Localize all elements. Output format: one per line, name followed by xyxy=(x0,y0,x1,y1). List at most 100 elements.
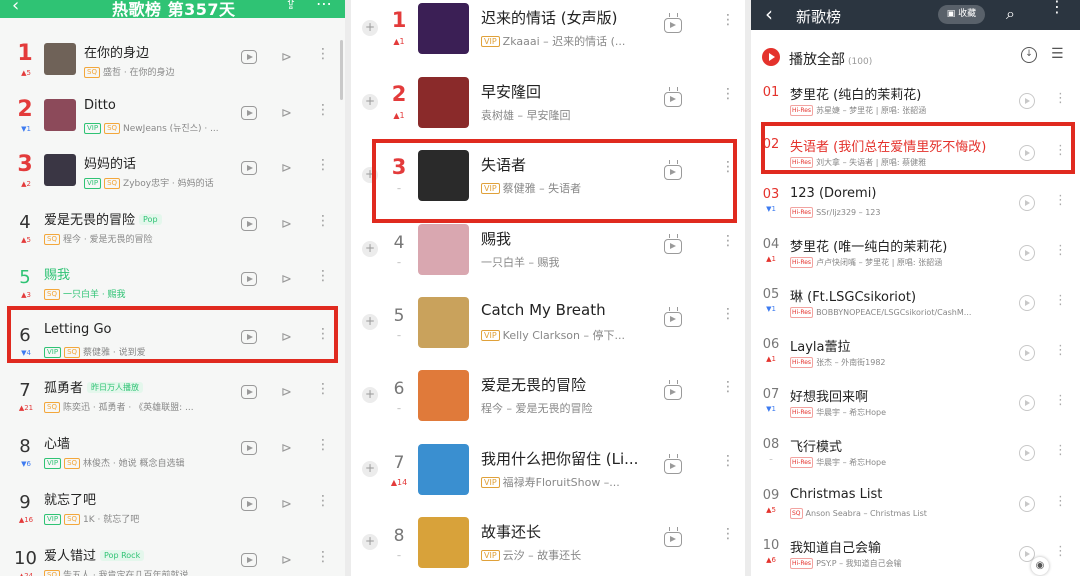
scrollbar[interactable] xyxy=(340,40,343,100)
add-to-playlist-icon[interactable]: ⊳ xyxy=(281,497,292,512)
more-icon[interactable]: ⋮ xyxy=(1054,344,1067,357)
search-icon[interactable]: ⌕ xyxy=(1006,4,1015,24)
song-row[interactable]: 2 ▼1 Ditto VIP SQ NewJeans (뉴진스) · ... ⊳ ⋮ xyxy=(0,89,345,145)
song-row[interactable]: +4 – 赐我 一只白羊 – 赐我 ⋮ xyxy=(351,221,745,294)
mv-icon[interactable] xyxy=(664,459,682,474)
song-row[interactable]: 09 ▲5 Christmas List SQ Anson Seabra – Chris… xyxy=(751,482,1080,532)
more-icon[interactable]: ⋮ xyxy=(721,13,735,27)
mv-icon[interactable] xyxy=(664,532,682,547)
mv-icon[interactable] xyxy=(664,92,682,107)
more-icon[interactable]: ⋮ xyxy=(1054,92,1067,105)
play-mv-icon[interactable] xyxy=(241,50,257,68)
more-icon[interactable]: ⋮ xyxy=(721,380,735,394)
play-icon[interactable] xyxy=(1019,245,1035,261)
more-icon[interactable]: ⋮ xyxy=(721,87,735,101)
play-mv-icon[interactable] xyxy=(241,553,257,571)
menu-icon[interactable]: ⋮ xyxy=(1049,0,1065,15)
add-icon[interactable]: + xyxy=(362,314,378,330)
more-icon[interactable]: ⋮ xyxy=(1054,545,1067,558)
song-row[interactable]: +6 – 爱是无畏的冒险 程今 – 爱是无畏的冒险 ⋮ xyxy=(351,367,745,440)
more-icon[interactable]: ⋮ xyxy=(316,158,330,172)
add-to-playlist-icon[interactable]: ⊳ xyxy=(281,161,292,176)
song-row[interactable]: 08 – 飞行模式 Hi-Res 华晨宇 – 希忘Hope ⋮ xyxy=(751,431,1080,481)
song-row[interactable]: +8 – 故事还长 VIP 云汐 – 故事还长 ⋮ xyxy=(351,514,745,576)
add-to-playlist-icon[interactable]: ⊳ xyxy=(281,50,292,65)
share-icon[interactable]: ⇪ xyxy=(285,0,297,13)
play-mv-icon[interactable] xyxy=(241,441,257,459)
more-icon[interactable]: ⋮ xyxy=(1054,495,1067,508)
song-row[interactable]: 5 ▲3 赐我 SQ 一只白羊 · 赐我 ⊳ ⋮ xyxy=(0,255,345,311)
more-icon[interactable]: ⋮ xyxy=(721,454,735,468)
play-mv-icon[interactable] xyxy=(241,272,257,290)
download-icon[interactable]: ↓ xyxy=(1021,47,1037,63)
more-icon[interactable]: ⋮ xyxy=(721,234,735,248)
add-to-playlist-icon[interactable]: ⊳ xyxy=(281,553,292,568)
more-icon[interactable]: ⋮ xyxy=(1054,444,1067,457)
more-icon[interactable]: ⋮ xyxy=(316,382,330,396)
song-row[interactable]: 8 ▼6 心墙 VIP SQ 林俊杰 · 她说 概念自选辑 ⊳ ⋮ xyxy=(0,424,345,480)
add-to-playlist-icon[interactable]: ⊳ xyxy=(281,106,292,121)
play-icon[interactable] xyxy=(1019,445,1035,461)
more-icon[interactable]: ⋮ xyxy=(316,269,330,283)
mv-icon[interactable] xyxy=(664,18,682,33)
play-icon[interactable] xyxy=(1019,395,1035,411)
add-to-playlist-icon[interactable]: ⊳ xyxy=(281,441,292,456)
song-row[interactable]: 1 ▲5 在你的身边 SQ 盛哲 · 在你的身边 ⊳ ⋮ xyxy=(0,33,345,89)
more-icon[interactable]: ⋮ xyxy=(316,550,330,564)
play-mv-icon[interactable] xyxy=(241,497,257,515)
add-icon[interactable]: + xyxy=(362,534,378,550)
mv-icon[interactable] xyxy=(664,312,682,327)
play-icon[interactable] xyxy=(1019,93,1035,109)
floating-player-icon[interactable]: ◉ xyxy=(1031,557,1049,575)
more-icon[interactable]: ⋯ xyxy=(316,0,332,13)
more-icon[interactable]: ⋮ xyxy=(316,214,330,228)
song-row[interactable]: +5 – Catch My Breath VIP Kelly Clarkson – 停下… xyxy=(351,294,745,367)
more-icon[interactable]: ⋮ xyxy=(316,47,330,61)
more-icon[interactable]: ⋮ xyxy=(1054,394,1067,407)
play-mv-icon[interactable] xyxy=(241,161,257,179)
more-icon[interactable]: ⋮ xyxy=(721,527,735,541)
add-icon[interactable]: + xyxy=(362,461,378,477)
more-icon[interactable]: ⋮ xyxy=(721,307,735,321)
play-icon[interactable] xyxy=(1019,496,1035,512)
add-icon[interactable]: + xyxy=(362,94,378,110)
play-icon[interactable] xyxy=(1019,345,1035,361)
favorite-button[interactable]: ▣ 收藏 xyxy=(938,5,985,24)
more-icon[interactable]: ⋮ xyxy=(1054,244,1067,257)
song-row[interactable]: +2 ▲1 早安隆回 袁树雄 – 早安隆回 ⋮ xyxy=(351,74,745,147)
song-row[interactable]: 7 ▲21 孤勇者 昨日万人播放 SQ 陈奕迅 · 孤勇者 · 《英雄联盟: ... ⊳ ⋮ xyxy=(0,368,345,424)
song-row[interactable]: 06 ▲1 Layla蕾拉 Hi-Res 张杰 – 外南街1982 ⋮ xyxy=(751,331,1080,381)
song-row[interactable]: 10 ▲24 爱人错过 Pop Rock SQ 告五人 · 我肯定在几百年前就说... ⊳ ⋮ xyxy=(0,536,345,576)
song-row[interactable]: 4 ▲5 爱是无畏的冒险 Pop SQ 程今 · 爱是无畏的冒险 ⊳ ⋮ xyxy=(0,200,345,256)
play-mv-icon[interactable] xyxy=(241,106,257,124)
song-row[interactable]: +7 ▲14 我用什么把你留住 (Li... VIP 福禄寿FloruitShow –.… xyxy=(351,441,745,514)
add-icon[interactable]: + xyxy=(362,387,378,403)
more-icon[interactable]: ⋮ xyxy=(316,103,330,117)
add-to-playlist-icon[interactable]: ⊳ xyxy=(281,385,292,400)
play-all-bar[interactable]: 播放全部 (100) ↓ ☰ xyxy=(751,42,1080,76)
play-all-icon[interactable] xyxy=(762,48,780,66)
add-to-playlist-icon[interactable]: ⊳ xyxy=(281,272,292,287)
mv-icon[interactable] xyxy=(664,385,682,400)
more-icon[interactable]: ⋮ xyxy=(1054,194,1067,207)
song-row[interactable]: +1 ▲1 迟来的情话 (女声版) VIP Zkaaai – 迟来的情话 (... ⋮ xyxy=(351,0,745,73)
more-icon[interactable]: ⋮ xyxy=(316,438,330,452)
song-row[interactable]: 3 ▲2 妈妈的话 VIP SQ Zyboy忠宇 · 妈妈的话 ⊳ ⋮ xyxy=(0,144,345,200)
more-icon[interactable]: ⋮ xyxy=(316,494,330,508)
song-row[interactable]: 9 ▲16 就忘了吧 VIP SQ 1K · 就忘了吧 ⊳ ⋮ xyxy=(0,480,345,536)
play-icon[interactable] xyxy=(1019,195,1035,211)
back-icon[interactable]: ‹ xyxy=(12,0,19,16)
song-row[interactable]: 10 ▲6 我知道自己会输 Hi-Res PSY.P – 我知道自己会输 ⋮ xyxy=(751,532,1080,576)
mv-icon[interactable] xyxy=(664,239,682,254)
more-icon[interactable]: ⋮ xyxy=(1054,294,1067,307)
add-to-playlist-icon[interactable]: ⊳ xyxy=(281,217,292,232)
play-mv-icon[interactable] xyxy=(241,217,257,235)
add-icon[interactable]: + xyxy=(362,241,378,257)
play-mv-icon[interactable] xyxy=(241,385,257,403)
song-row[interactable]: 05 ▼1 琳 (Ft.LSGCsikoriot) Hi-Res BOBBYNOPEAC… xyxy=(751,281,1080,331)
song-row[interactable]: 07 ▼1 好想我回来啊 Hi-Res 华晨宇 – 希忘Hope ⋮ xyxy=(751,381,1080,431)
song-row[interactable]: 04 ▲1 梦里花 (唯一纯白的茉莉花) Hi-Res 卢卢快闭嘴 – 梦里花 | 原唱… xyxy=(751,231,1080,281)
back-icon[interactable]: ‹ xyxy=(765,2,773,26)
add-icon[interactable]: + xyxy=(362,20,378,36)
play-icon[interactable] xyxy=(1019,295,1035,311)
